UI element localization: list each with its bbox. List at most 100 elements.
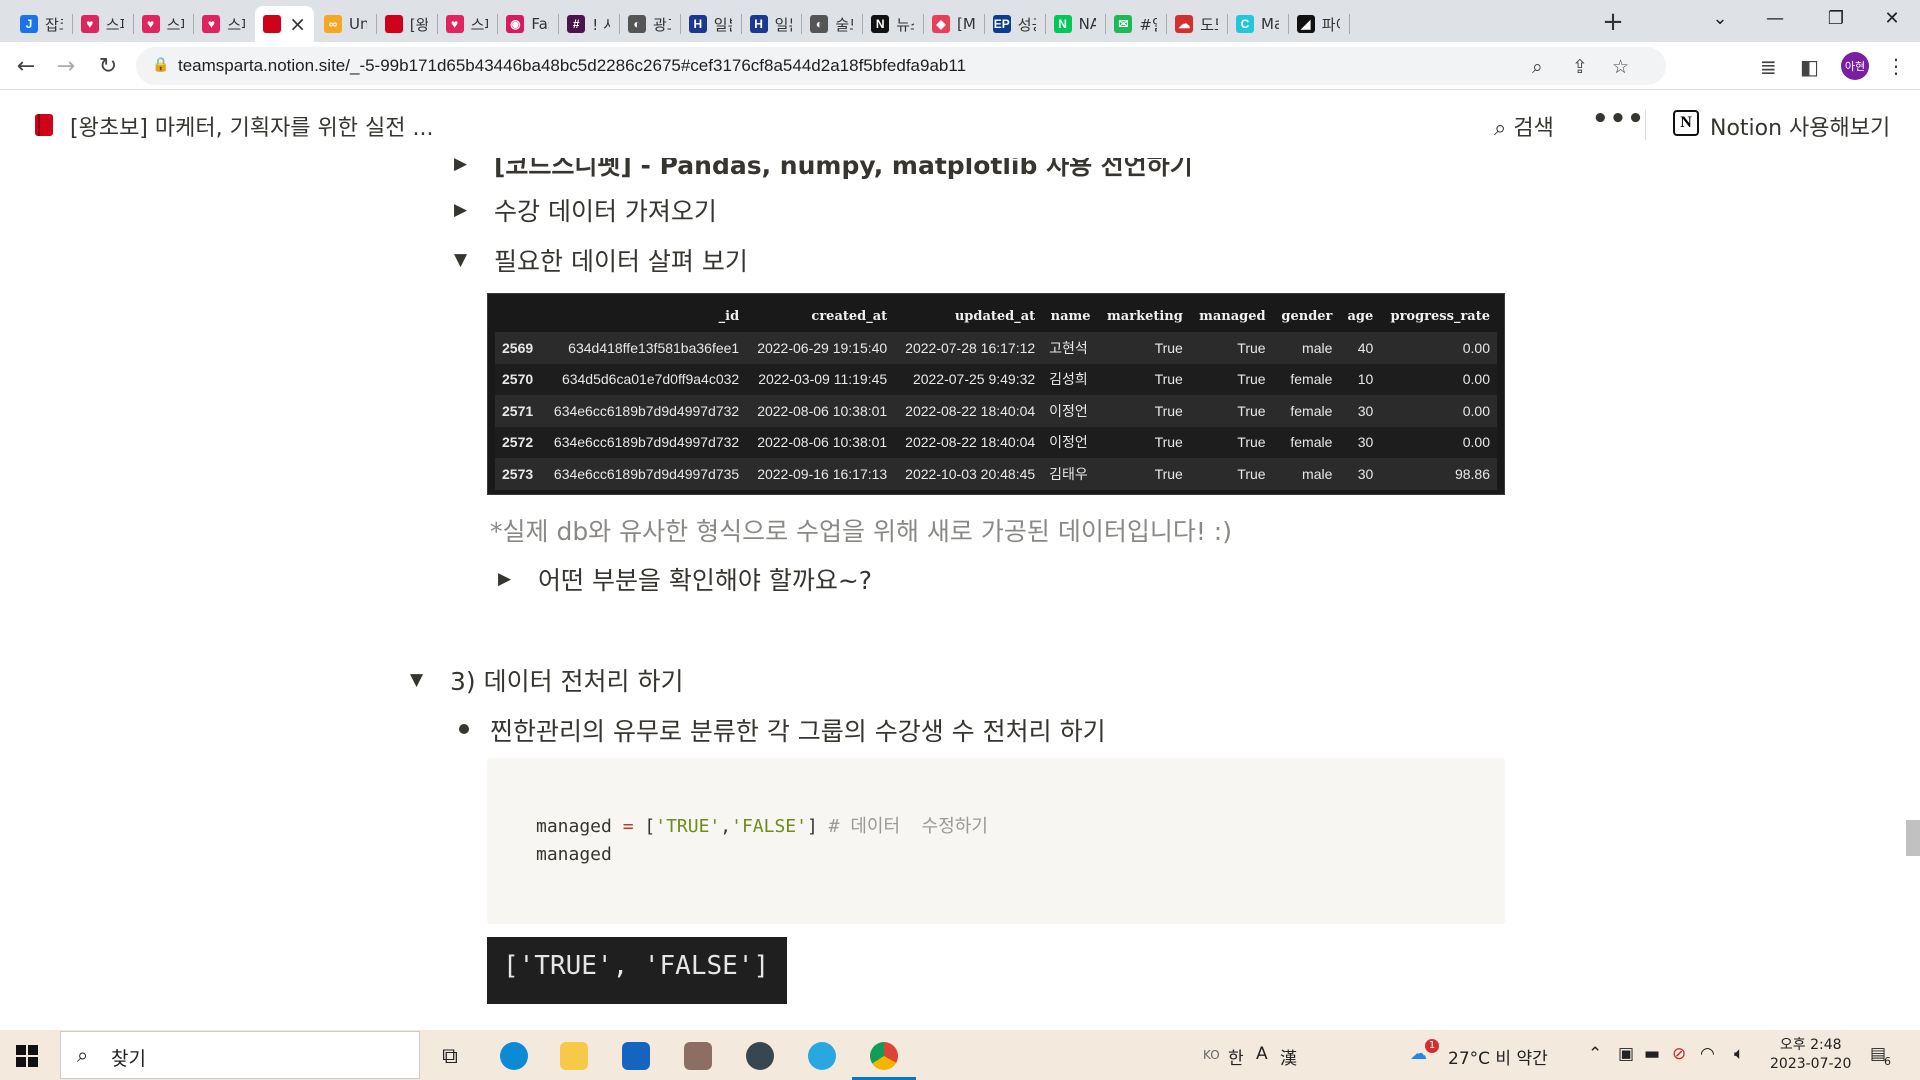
tab-favicon-icon: N [1053,15,1072,33]
code-operator: = [622,816,634,837]
data-note: *실제 db와 유사한 형식으로 수업을 위해 새로 가공된 데이터입니다! :… [490,517,1232,546]
tab-favicon-icon: EP [992,15,1011,33]
browser-tab[interactable]: ♥ 스파 [194,6,253,42]
close-window-icon[interactable]: ✕ [1862,0,1920,36]
volume-icon[interactable]: 🔈︎ [1734,1044,1744,1064]
weather-text[interactable]: 27°C 비 약간 [1448,1044,1548,1069]
tab-favicon-icon: ∞ [324,15,342,33]
more-options-icon[interactable]: ••• [1592,104,1645,134]
dataframe-table: _id created_at updated_at name marketing mana… [495,300,1497,490]
browser-tab[interactable]: N NA [1046,6,1105,42]
forward-icon[interactable]: → [52,52,80,80]
browser-tab[interactable]: H 일본 [681,6,740,42]
windows-start-icon[interactable] [16,1045,38,1067]
column-header: gender [1281,308,1333,324]
table-cell: 0.00 [1380,395,1497,427]
globe-app-icon[interactable] [740,1036,780,1076]
url-text[interactable]: teamsparta.notion.site/_-5-99b171d65b434… [178,56,966,76]
meet-now-icon[interactable]: ▣ [1618,1044,1634,1064]
new-tab-button[interactable]: + [1598,7,1628,37]
toggle-section-preprocess[interactable]: ▼ 3) 데이터 전처리 하기 [410,662,684,698]
toggle-expanded-icon[interactable]: ▼ [454,250,474,270]
toggle-code-snippet[interactable]: ▶ [코드스니펫] - Pandas, numpy, matplotlib 사용… [454,158,1193,182]
tab-favicon-icon [263,15,282,33]
reading-list-icon[interactable]: ≣ [1760,55,1777,79]
page-title[interactable]: [왕초보] 마케터, 기획자를 위한 실전 ... [70,110,433,142]
browser-tab[interactable]: ☁ 도도 [1167,6,1226,42]
browser-tab[interactable]: ◢ 파이 [1289,6,1348,42]
tray-chevron-icon[interactable]: ⌃ [1588,1044,1602,1064]
back-icon[interactable]: ← [12,52,40,80]
ime-han-label[interactable]: 한 [1228,1044,1244,1069]
browser-tab[interactable]: ∞ Un [316,6,375,42]
address-bar[interactable]: 🔒 teamsparta.notion.site/_-5-99b171d65b4… [136,47,1666,85]
table-cell: 30 [1339,458,1381,490]
taskbar-search-box[interactable]: ⌕ 찾기 [60,1031,420,1079]
minimize-icon[interactable]: — [1745,0,1805,36]
wifi-icon[interactable]: ◠ [1700,1044,1715,1064]
browser-menu-icon[interactable]: ⋮ [1886,54,1906,78]
toggle-what-to-check[interactable]: ▶ 어떤 부분을 확인해야 할까요~? [498,561,872,597]
ime-hanja-label[interactable]: 漢 [1280,1044,1297,1069]
browser-tab[interactable]: N 뉴스 [863,6,922,42]
clock[interactable]: 오후 2:48 2023-07-20 [1770,1036,1851,1074]
browser-tab[interactable]: ◐ 광고 [620,6,679,42]
browser-tab[interactable]: C Ma [1228,6,1287,42]
toggle-collapsed-icon[interactable]: ▶ [454,200,474,220]
browser-tab[interactable]: ◆ [M [924,6,983,42]
browser-tab[interactable]: H 일본 [742,6,801,42]
browser-tab[interactable]: ♥ 스파 [438,6,497,42]
browser-tab[interactable]: [왕 [377,6,436,42]
code-block[interactable]: managed = ['TRUE','FALSE'] # 데이터 수정하기 ma… [487,758,1505,924]
ime-ko-label[interactable]: KO [1203,1048,1220,1062]
browser-tab[interactable]: # ! 시 [559,6,618,42]
tab-search-chevron-icon[interactable]: ⌄ [1690,0,1750,36]
browser-tab[interactable]: × [255,6,314,42]
browser-tab[interactable]: EP 성공 [985,6,1044,42]
toggle-import-data[interactable]: ▶ 수강 데이터 가져오기 [454,192,717,228]
browser-tab[interactable]: ✉ #일 [1106,6,1165,42]
table-cell: True [1189,332,1273,364]
share-icon[interactable]: ⇪ [1572,56,1588,78]
edge-icon[interactable] [494,1036,534,1076]
scrollbar-thumb[interactable] [1906,820,1920,856]
browser-tab[interactable]: ◉ Fas [498,6,557,42]
search-button[interactable]: ⌕ 검색 [1494,110,1554,142]
column-header [495,300,541,332]
bookmark-star-icon[interactable]: ☆ [1612,56,1629,78]
toggle-inspect-data[interactable]: ▼ 필요한 데이터 살펴 보기 [454,242,748,278]
reload-icon[interactable]: ↻ [94,52,122,80]
task-view-icon[interactable]: ⧉ [430,1036,470,1076]
zoom-icon[interactable]: ⌕ [1532,56,1543,78]
internet-explorer-icon[interactable] [802,1036,842,1076]
table-row: 2570 634d5d6ca01e7d0ff9a4c032 2022-03-09 1… [495,363,1497,395]
tab-title: 성공 [1017,15,1036,34]
dataframe-header-row: _id created_at updated_at name marketing mana… [495,300,1497,332]
browser-tab[interactable]: ♥ 스파 [134,6,193,42]
table-cell: female [1272,426,1340,458]
store-icon[interactable] [616,1036,656,1076]
close-tab-icon[interactable]: × [289,12,306,36]
chrome-icon[interactable] [852,1036,916,1080]
security-icon[interactable]: ⊘ [1672,1044,1686,1064]
file-explorer-icon[interactable] [554,1036,594,1076]
notion-logo-icon[interactable]: N [1673,110,1699,136]
browser-tab[interactable]: ♥ 스파 [73,6,132,42]
page-book-icon [35,114,53,136]
browser-tab[interactable]: ◐ 술드 [802,6,861,42]
battery-icon[interactable]: ▬ [1644,1044,1660,1064]
table-cell: 2022-07-28 16:17:12 [894,332,1043,364]
tab-title: 잡코 [45,15,63,34]
ime-a-label[interactable]: A [1256,1044,1268,1064]
side-panel-icon[interactable]: ◧ [1800,55,1819,79]
row-index: 2571 [495,395,542,427]
lock-icon[interactable]: 🔒 [152,57,169,73]
restore-icon[interactable]: ❐ [1806,0,1866,36]
toggle-collapsed-icon[interactable]: ▶ [498,569,518,589]
browser-tab[interactable]: J 잡코 [12,6,71,42]
toggle-expanded-icon[interactable]: ▼ [410,670,430,690]
app-box-icon[interactable] [678,1036,718,1076]
try-notion-button[interactable]: Notion 사용해보기 [1710,110,1890,142]
toggle-collapsed-icon[interactable]: ▶ [454,158,474,174]
profile-avatar[interactable]: 아현 [1841,52,1869,80]
